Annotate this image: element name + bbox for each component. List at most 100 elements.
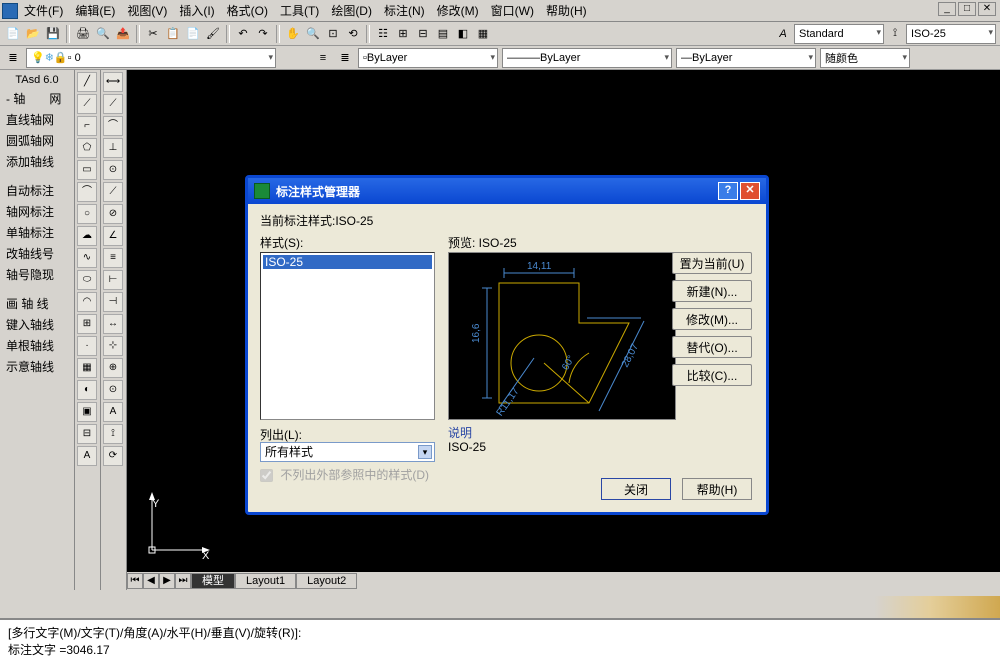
dimstyle-icon[interactable]: ⟟	[886, 25, 904, 43]
menu-dimension[interactable]: 标注(N)	[380, 0, 429, 21]
design-center-icon[interactable]: ⊞	[394, 25, 412, 43]
line-icon[interactable]: ╱	[77, 72, 97, 92]
block-icon[interactable]: ⊞	[77, 314, 97, 334]
pan-icon[interactable]: ✋	[284, 25, 302, 43]
menu-view[interactable]: 视图(V)	[123, 0, 171, 21]
dim-edit-icon[interactable]: A	[103, 402, 123, 422]
set-current-button[interactable]: 置为当前(U)	[672, 252, 752, 274]
tolerance-icon[interactable]: ⊕	[103, 358, 123, 378]
dim-tedit-icon[interactable]: ⟟	[103, 424, 123, 444]
dialog-titlebar[interactable]: 标注样式管理器 ? ✕	[248, 178, 766, 204]
tab-layout2[interactable]: Layout2	[296, 573, 357, 589]
side-item-danzhou[interactable]: 单轴标注	[2, 222, 72, 243]
dim-update-icon[interactable]: ⟳	[103, 446, 123, 466]
menu-modify[interactable]: 修改(M)	[433, 0, 483, 21]
circle-icon[interactable]: ○	[77, 204, 97, 224]
new-button[interactable]: 新建(N)...	[672, 280, 752, 302]
dim-space-icon[interactable]: ↔	[103, 314, 123, 334]
textstyle-icon[interactable]: A	[774, 25, 792, 43]
arc-icon[interactable]: ⌒	[77, 182, 97, 202]
polygon-icon[interactable]: ⬠	[77, 138, 97, 158]
tab-next-button[interactable]: ▶	[159, 573, 175, 589]
properties-icon[interactable]: ☷	[374, 25, 392, 43]
menu-draw[interactable]: 绘图(D)	[327, 0, 376, 21]
menu-file[interactable]: 文件(F)	[20, 0, 67, 21]
pline-icon[interactable]: ⌐	[77, 116, 97, 136]
tab-layout1[interactable]: Layout1	[235, 573, 296, 589]
side-item-gaizhou[interactable]: 改轴线号	[2, 243, 72, 264]
redo-icon[interactable]: ↷	[254, 25, 272, 43]
color-dropdown[interactable]: ▫ ByLayer	[358, 48, 498, 68]
calc-icon[interactable]: ▦	[474, 25, 492, 43]
table-icon[interactable]: ⊟	[77, 424, 97, 444]
print-icon[interactable]: 🖨	[74, 25, 92, 43]
side-item-shiyi[interactable]: 示意轴线	[2, 356, 72, 377]
markup-icon[interactable]: ◧	[454, 25, 472, 43]
dim-dia-icon[interactable]: ⊘	[103, 204, 123, 224]
layer-prev-icon[interactable]: ≡	[314, 49, 332, 67]
new-icon[interactable]: 📄	[4, 25, 22, 43]
dim-cont-icon[interactable]: ⊣	[103, 292, 123, 312]
preview-icon[interactable]: 🔍	[94, 25, 112, 43]
side-item-huazhou[interactable]: 画 轴 线	[2, 293, 72, 314]
menu-format[interactable]: 格式(O)	[223, 0, 272, 21]
modify-button[interactable]: 修改(M)...	[672, 308, 752, 330]
layer-props-icon[interactable]: ≣	[4, 49, 22, 67]
dropdown-arrow-icon[interactable]: ▾	[418, 445, 432, 459]
text-style-dropdown[interactable]: Standard	[794, 24, 884, 44]
gradient-icon[interactable]: ◐	[77, 380, 97, 400]
mtext-icon[interactable]: A	[77, 446, 97, 466]
xline-icon[interactable]: ⟋	[77, 94, 97, 114]
paste-icon[interactable]: 📄	[184, 25, 202, 43]
spline-icon[interactable]: ∿	[77, 248, 97, 268]
dim-break-icon[interactable]: ⊹	[103, 336, 123, 356]
menu-tools[interactable]: 工具(T)	[276, 0, 323, 21]
tool-palettes-icon[interactable]: ⊟	[414, 25, 432, 43]
tab-first-button[interactable]: ⏮	[127, 573, 143, 589]
undo-icon[interactable]: ↶	[234, 25, 252, 43]
region-icon[interactable]: ▣	[77, 402, 97, 422]
dim-jog-icon[interactable]: ⟋	[103, 182, 123, 202]
lineweight-dropdown[interactable]: — ByLayer	[676, 48, 816, 68]
side-item-zhouwang[interactable]: 轴网标注	[2, 201, 72, 222]
point-icon[interactable]: ·	[77, 336, 97, 356]
ellipsearc-icon[interactable]: ◠	[77, 292, 97, 312]
copy-icon[interactable]: 📋	[164, 25, 182, 43]
zoom-win-icon[interactable]: ⊡	[324, 25, 342, 43]
menu-insert[interactable]: 插入(I)	[175, 0, 218, 21]
side-item-tianjia[interactable]: 添加轴线	[2, 151, 72, 172]
sheet-icon[interactable]: ▤	[434, 25, 452, 43]
tab-model[interactable]: 模型	[191, 573, 235, 589]
dim-linear-icon[interactable]: ⟷	[103, 72, 123, 92]
dim-ord-icon[interactable]: ⊥	[103, 138, 123, 158]
side-item-jianru[interactable]: 键入轴线	[2, 314, 72, 335]
side-item-zhixian[interactable]: 直线轴网	[2, 109, 72, 130]
cut-icon[interactable]: ✂	[144, 25, 162, 43]
compare-button[interactable]: 比较(C)...	[672, 364, 752, 386]
menu-window[interactable]: 窗口(W)	[487, 0, 538, 21]
dialog-help-button[interactable]: ?	[718, 182, 738, 200]
side-item-dangen[interactable]: 单根轴线	[2, 335, 72, 356]
list-filter-dropdown[interactable]: 所有样式 ▾	[260, 442, 435, 462]
dim-style-dropdown[interactable]: ISO-25	[906, 24, 996, 44]
override-button[interactable]: 替代(O)...	[672, 336, 752, 358]
side-item-zhouhao[interactable]: 轴号隐现	[2, 264, 72, 285]
layer-dropdown[interactable]: 💡❄🔒▫ 0	[26, 48, 276, 68]
save-icon[interactable]: 💾	[44, 25, 62, 43]
dialog-close-button[interactable]: ✕	[740, 182, 760, 200]
close-button[interactable]: ✕	[978, 2, 996, 16]
dim-ang-icon[interactable]: ∠	[103, 226, 123, 246]
dim-base-icon[interactable]: ⊢	[103, 270, 123, 290]
menu-edit[interactable]: 编辑(E)	[71, 0, 119, 21]
open-icon[interactable]: 📂	[24, 25, 42, 43]
zoom-prev-icon[interactable]: ⟲	[344, 25, 362, 43]
publish-icon[interactable]: 📤	[114, 25, 132, 43]
maximize-button[interactable]: □	[958, 2, 976, 16]
menu-help[interactable]: 帮助(H)	[542, 0, 591, 21]
dim-quick-icon[interactable]: ≡	[103, 248, 123, 268]
style-list-item-selected[interactable]: ISO-25	[263, 255, 432, 269]
side-item-yuanhu[interactable]: 圆弧轴网	[2, 130, 72, 151]
ellipse-icon[interactable]: ⬭	[77, 270, 97, 290]
plotstyle-dropdown[interactable]: 随颜色	[820, 48, 910, 68]
revcloud-icon[interactable]: ☁	[77, 226, 97, 246]
